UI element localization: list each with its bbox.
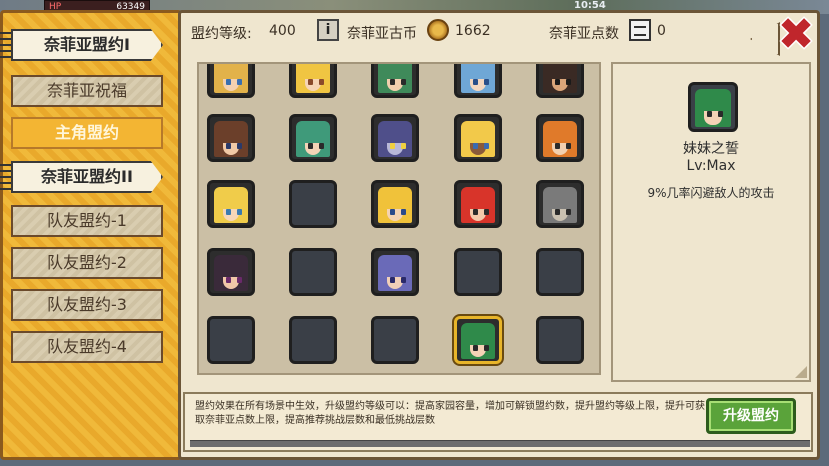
- companion-slot[interactable]: [371, 180, 419, 228]
- close-icon[interactable]: ✖: [772, 13, 820, 57]
- tab-3[interactable]: 主角盟约: [11, 117, 163, 149]
- spiral-binding-icon: [0, 164, 11, 190]
- companion-slot[interactable]: [289, 114, 337, 162]
- spiral-binding-icon: [0, 32, 11, 58]
- companion-slot[interactable]: [536, 64, 584, 98]
- coin-value: 1662: [455, 23, 491, 39]
- coin-icon: [427, 19, 449, 41]
- companion-slot[interactable]: [207, 64, 255, 98]
- tab-4[interactable]: 奈菲亚盟约II: [11, 161, 163, 193]
- covenant-level: Lv:Max: [686, 158, 736, 174]
- coin-label: 奈菲亚古币: [347, 26, 417, 42]
- companion-slot[interactable]: [207, 248, 255, 296]
- tab-8[interactable]: 队友盟约-4: [11, 331, 163, 363]
- points-label: 奈菲亚点数: [549, 26, 619, 42]
- header-bar: 盟约等级: 400 i 奈菲亚古币 1662 奈菲亚点数 0: [183, 16, 783, 46]
- companion-slot[interactable]: [454, 64, 502, 98]
- empty-slot[interactable]: [289, 180, 337, 228]
- info-icon[interactable]: i: [317, 19, 339, 41]
- companion-slot[interactable]: [289, 64, 337, 98]
- tab-6[interactable]: 队友盟约-2: [11, 247, 163, 279]
- footer-text: 盟约效果在所有场景中生效，升级盟约等级可以：提高家园容量，增加可解锁盟约数，提升…: [195, 401, 705, 426]
- empty-slot[interactable]: [207, 316, 255, 364]
- points-value: 0: [657, 23, 666, 39]
- companion-grid: [197, 62, 601, 375]
- companion-slot[interactable]: [536, 114, 584, 162]
- companion-slot[interactable]: [536, 180, 584, 228]
- tab-1[interactable]: 奈菲亚盟约I: [11, 29, 163, 61]
- tab-2[interactable]: 奈菲亚祝福: [11, 75, 163, 107]
- selected-portrait: [688, 82, 738, 132]
- companion-slot[interactable]: [371, 64, 419, 98]
- page-fold: [795, 366, 807, 378]
- tab-7[interactable]: 队友盟约-3: [11, 289, 163, 321]
- companion-slot[interactable]: [207, 180, 255, 228]
- empty-slot[interactable]: [289, 248, 337, 296]
- detail-panel: 妹妹之誓 Lv:Max 9%几率闪避敌人的攻击: [611, 62, 811, 382]
- empty-slot[interactable]: [536, 248, 584, 296]
- companion-slot[interactable]: [207, 114, 255, 162]
- companion-slot[interactable]: [454, 114, 502, 162]
- tab-5[interactable]: 队友盟约-1: [11, 205, 163, 237]
- empty-slot[interactable]: [536, 316, 584, 364]
- covenant-level-value: 400: [269, 23, 296, 39]
- points-icon: [629, 19, 651, 41]
- empty-slot[interactable]: [371, 316, 419, 364]
- covenant-description: 9%几率闪避敌人的攻击: [647, 186, 775, 200]
- companion-slot[interactable]: [371, 248, 419, 296]
- empty-slot[interactable]: [454, 248, 502, 296]
- covenant-level-label: 盟约等级:: [191, 26, 252, 42]
- upgrade-covenant-button[interactable]: 升级盟约: [706, 398, 796, 434]
- companion-slot[interactable]: [454, 180, 502, 228]
- covenant-name: 妹妹之誓: [683, 141, 739, 157]
- companion-slot[interactable]: [454, 316, 502, 364]
- empty-slot[interactable]: [289, 316, 337, 364]
- footer-bar: [190, 440, 810, 447]
- companion-slot[interactable]: [371, 114, 419, 162]
- tab-column: 奈菲亚盟约I 奈菲亚祝福主角盟约奈菲亚盟约II 队友盟约-1 队友盟约-2 队友盟约-3…: [0, 10, 182, 460]
